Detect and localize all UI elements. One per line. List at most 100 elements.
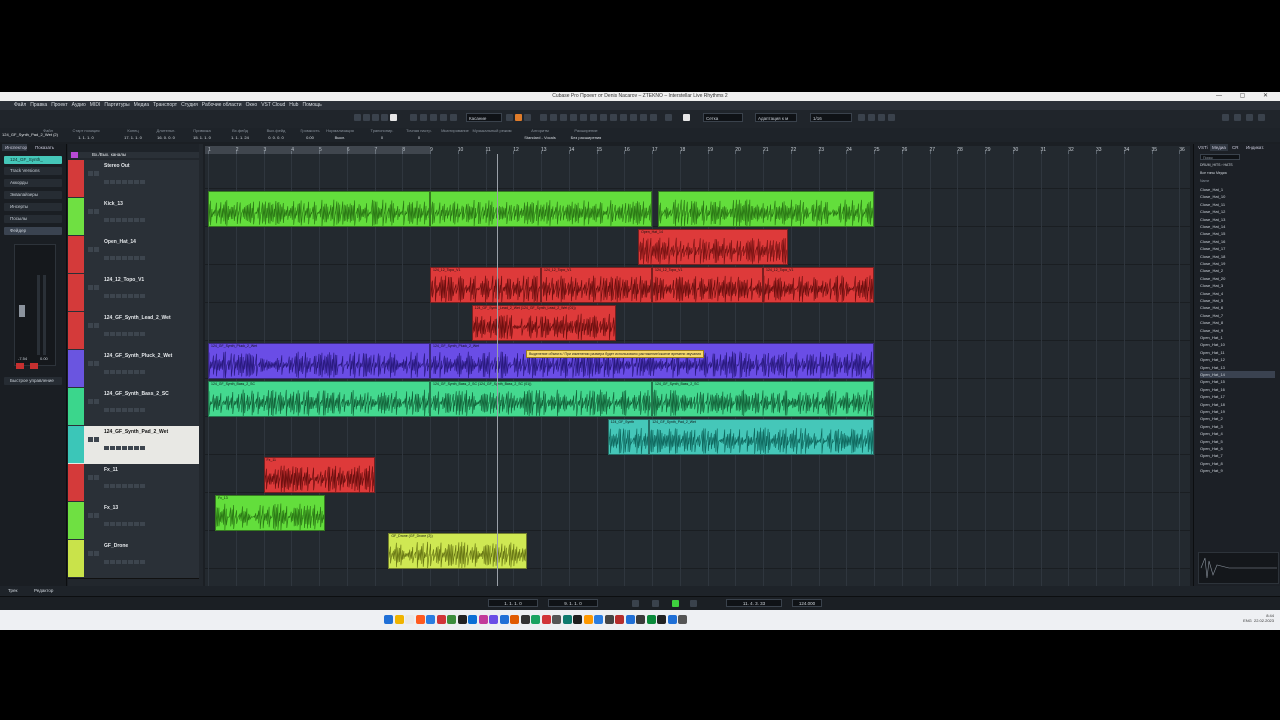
audio-event[interactable]: Open_Hat_14 [638, 229, 788, 265]
track-header[interactable]: 124_12_Topo_V1 [68, 274, 199, 313]
menu-item[interactable]: Hub [289, 101, 298, 110]
stop-icon[interactable] [652, 600, 659, 607]
taskbar-app-icon[interactable] [657, 615, 666, 624]
menu-item[interactable]: Проект [51, 101, 67, 110]
track-control-button[interactable] [116, 218, 121, 222]
media-file-item[interactable]: Open_Hat_1 [1200, 334, 1275, 341]
section-quick-controls[interactable]: Быстрое управление [4, 377, 62, 385]
menu-item[interactable]: Аудио [72, 101, 86, 110]
track-header[interactable]: Fx_13 [68, 502, 199, 541]
quantize-value-select[interactable]: 1/16 [810, 113, 852, 122]
track-control-button[interactable] [140, 256, 145, 260]
track-control-button[interactable] [128, 370, 133, 374]
track-control-button[interactable] [104, 370, 109, 374]
track-control-button[interactable] [110, 484, 115, 488]
track-control-button[interactable] [116, 180, 121, 184]
tray-lang[interactable]: ENG [1243, 618, 1252, 623]
track-control-button[interactable] [140, 218, 145, 222]
taskbar-app-icon[interactable] [468, 615, 477, 624]
draw-tool-icon[interactable] [580, 114, 587, 121]
taskbar-app-icon[interactable] [552, 615, 561, 624]
track-control-button[interactable] [104, 484, 109, 488]
mute-solo-buttons[interactable] [88, 201, 100, 214]
nudge-icon[interactable] [650, 114, 657, 121]
mute-mode-icon[interactable] [363, 114, 370, 121]
track-controls[interactable] [104, 475, 164, 488]
track-header[interactable]: Kick_13 [68, 198, 199, 237]
mute-solo-buttons[interactable] [88, 505, 100, 518]
taskbar-app-icon[interactable] [520, 615, 530, 624]
audio-event[interactable]: Fx_11 [263, 457, 375, 493]
taskbar-app-icon[interactable] [384, 615, 393, 624]
taskbar-app-icon[interactable] [615, 615, 624, 624]
arrange-window[interactable]: Open_Hat_14 124_12_Topo_V1 124_12_Topo_V1 1… [205, 154, 1190, 586]
audio-event[interactable]: 124_12_Topo_V1 [541, 267, 652, 303]
infoline-field[interactable]: Вх.фейд 1. 1. 1. 24 [220, 128, 260, 140]
menu-item[interactable]: Правка [30, 101, 47, 110]
infoline-field-value[interactable]: 0 [399, 135, 439, 140]
monitor-button[interactable] [30, 363, 38, 369]
track-control-button[interactable] [140, 408, 145, 412]
infoline-field[interactable]: Расширение Без расширения [566, 128, 606, 140]
mute-solo-buttons[interactable] [88, 353, 100, 366]
track-control-button[interactable] [128, 522, 133, 526]
tray-date[interactable]: 22.02.2023 [1254, 618, 1274, 623]
track-control-button[interactable] [134, 332, 139, 336]
media-search-input[interactable]: Поиск [1200, 154, 1240, 160]
media-file-item[interactable]: Open_Hat_7 [1200, 452, 1275, 459]
menu-item[interactable]: Транспорт [153, 101, 177, 110]
media-file-item[interactable]: Close_Hat_18 [1200, 253, 1275, 260]
track-control-button[interactable] [110, 332, 115, 336]
track-control-button[interactable] [116, 256, 121, 260]
track-control-button[interactable] [110, 522, 115, 526]
infoline-field-value[interactable]: Без расширения [566, 135, 606, 140]
solo-mode-icon[interactable] [354, 114, 361, 121]
track-control-button[interactable] [134, 370, 139, 374]
media-file-item[interactable]: Close_Hat_14 [1200, 223, 1275, 230]
audio-event[interactable] [208, 191, 430, 227]
menu-item[interactable]: VST Cloud [261, 101, 285, 110]
infoline-field[interactable]: Привязка 15. 1. 1. 0 [182, 128, 222, 140]
audio-event[interactable]: 124_GF_Synth_Bass_2_SC [652, 381, 874, 417]
infoline-field[interactable]: Алгоритм Standard - Vocals [520, 128, 560, 140]
solo-button[interactable] [94, 247, 99, 252]
track-control-button[interactable] [110, 218, 115, 222]
solo-button[interactable] [94, 361, 99, 366]
record-icon[interactable] [420, 114, 427, 121]
track-control-button[interactable] [134, 484, 139, 488]
mute-solo-buttons[interactable] [88, 429, 100, 442]
snap-icon[interactable] [640, 114, 647, 121]
taskbar-app-icon[interactable] [562, 615, 572, 624]
play-icon[interactable] [672, 600, 679, 607]
layout-settings-icon[interactable] [1258, 114, 1265, 121]
tab-meter[interactable]: Индикат. [1244, 144, 1266, 151]
media-preview-waveform[interactable] [1198, 552, 1279, 584]
track-header[interactable]: Stereo Out [68, 160, 199, 199]
track-control-button[interactable] [110, 408, 115, 412]
media-file-item[interactable]: Close_Hat_6 [1200, 304, 1275, 311]
track-control-button[interactable] [140, 484, 145, 488]
infoline-field-value[interactable]: 15. 1. 1. 0 [182, 135, 222, 140]
solo-button[interactable] [94, 437, 99, 442]
cycle-icon[interactable] [632, 600, 639, 607]
media-file-item[interactable]: Close_Hat_5 [1200, 297, 1275, 304]
track-control-button[interactable] [104, 256, 109, 260]
track-control-button[interactable] [122, 408, 127, 412]
media-file-item[interactable]: Open_Hat_2 [1200, 415, 1275, 422]
infoline-field[interactable]: Нормализация Выкл. [320, 128, 360, 140]
section-track-versions[interactable]: Track Versions [4, 167, 62, 175]
track-controls[interactable] [104, 437, 164, 450]
media-file-item[interactable]: Close_Hat_19 [1200, 260, 1275, 267]
position-display[interactable]: 11. 4. 3. 33 [726, 599, 782, 607]
mute-solo-buttons[interactable] [88, 315, 100, 328]
tab-vsti[interactable]: VSTi [1196, 144, 1210, 151]
track-control-button[interactable] [122, 446, 127, 450]
track-control-button[interactable] [128, 294, 133, 298]
track-control-button[interactable] [128, 408, 133, 412]
track-control-button[interactable] [122, 484, 127, 488]
track-control-button[interactable] [122, 180, 127, 184]
taskbar-app-icon[interactable] [541, 615, 551, 624]
quantize-type-select[interactable]: Адаптация к м [755, 113, 797, 122]
track-controls[interactable] [104, 399, 164, 412]
media-file-item[interactable]: Open_Hat_11 [1200, 349, 1275, 356]
